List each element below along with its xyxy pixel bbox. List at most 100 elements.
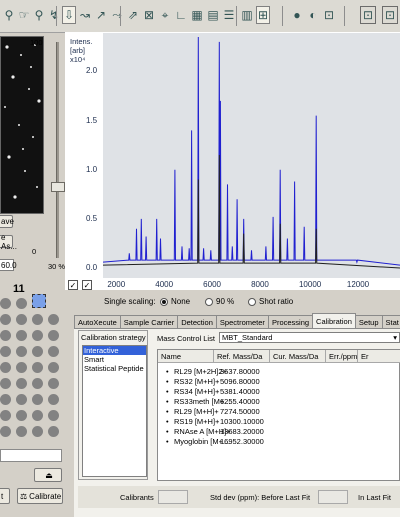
checkbox-1[interactable]: ✓ (68, 280, 78, 290)
toolbar-tool-18[interactable]: ● (290, 6, 304, 24)
toolbar-tool-16[interactable]: ▥ (240, 6, 254, 24)
target-spot[interactable] (16, 298, 27, 309)
column-header[interactable]: Name (158, 350, 214, 363)
strategy-item[interactable]: Interactive (83, 346, 146, 355)
table-row[interactable]: • Myoglobin [M+... 16952.30000 (158, 437, 400, 447)
target-spot[interactable] (16, 394, 27, 405)
toolbar-tool-2[interactable]: ☞ (17, 6, 31, 24)
column-header[interactable]: Er (358, 350, 400, 363)
target-spot[interactable] (16, 346, 27, 357)
target-spot[interactable] (0, 330, 11, 341)
target-spot[interactable] (32, 394, 43, 405)
target-spot[interactable] (32, 426, 43, 437)
table-row[interactable]: • RNAse A [M+H]+ 13683.20000 (158, 427, 400, 437)
tab-detection[interactable]: Detection (177, 315, 217, 329)
table-row[interactable]: • RS19 [M+H]+ 10300.10000 (158, 417, 400, 427)
toolbar-tool-7[interactable]: ↗ (94, 6, 108, 24)
target-spot[interactable] (48, 314, 59, 325)
target-spot[interactable] (32, 314, 43, 325)
target-spot[interactable] (16, 362, 27, 373)
spectrum-plot[interactable] (102, 33, 400, 278)
window-button-1[interactable]: ⊡ (360, 6, 376, 24)
toolbar-tool-11[interactable]: ⌖ (158, 6, 172, 24)
tab-stat[interactable]: Stat (381, 315, 400, 329)
target-spot[interactable] (0, 378, 11, 389)
table-row[interactable]: • RL29 [M+2H]2+ 3637.80000 (158, 367, 400, 377)
table-row[interactable]: • RS33meth [M+... 6255.40000 (158, 397, 400, 407)
checkbox-2[interactable]: ✓ (82, 280, 92, 290)
target-spot[interactable] (16, 410, 27, 421)
target-spot[interactable] (32, 330, 43, 341)
tab-bar: AutoXecute Sample Carrier Detection Spectro… (74, 313, 400, 329)
toolbar-tool-3[interactable]: ⚲ (32, 6, 46, 24)
intensity-slider[interactable] (51, 40, 65, 260)
eject-button[interactable]: ⏏ (34, 468, 62, 482)
target-spot[interactable] (32, 410, 43, 421)
left-partial-button[interactable]: t (0, 488, 10, 504)
strategy-list[interactable]: Interactive Smart Statistical Peptide (82, 345, 147, 477)
target-spot[interactable] (16, 314, 27, 325)
calibrant-table[interactable]: Name Ref. Mass/Da Cur. Mass/Da Err./ppm Er • R… (157, 349, 400, 481)
target-spot[interactable] (0, 426, 11, 437)
tab-processing[interactable]: Processing (267, 315, 314, 329)
target-spot[interactable] (0, 314, 11, 325)
target-spot[interactable] (48, 378, 59, 389)
target-spot[interactable] (32, 378, 43, 389)
table-row[interactable]: • RS34 [M+H]+ 5381.40000 (158, 387, 400, 397)
table-row[interactable]: • RS32 [M+H]+ 5096.80000 (158, 377, 400, 387)
toolbar-tool-15[interactable]: ☰ (222, 6, 236, 24)
target-spot[interactable] (48, 394, 59, 405)
toolbar-tool-20[interactable]: ⊡ (322, 6, 336, 24)
toolbar-tool-12[interactable]: ∟ (174, 6, 188, 24)
target-spot[interactable] (0, 362, 11, 373)
column-header[interactable]: Err./ppm (326, 350, 358, 363)
slider-thumb[interactable] (51, 182, 65, 192)
toolbar-tool-6[interactable]: ↝ (78, 6, 92, 24)
target-spot[interactable] (48, 330, 59, 341)
toolbar-tool-4[interactable]: ↯ (47, 6, 61, 24)
target-spot[interactable] (0, 394, 11, 405)
toolbar-tool-17[interactable]: ⊞ (256, 6, 270, 24)
tab-sample-carrier[interactable]: Sample Carrier (119, 315, 179, 329)
scaling-shot-ratio[interactable]: Shot ratio (248, 297, 293, 306)
scaling-90[interactable]: 90 % (205, 297, 234, 306)
target-spot[interactable] (48, 410, 59, 421)
target-spot[interactable] (16, 426, 27, 437)
toolbar-tool-8[interactable]: ⤳ (110, 6, 124, 24)
tab-spectrometer[interactable]: Spectrometer (215, 315, 269, 329)
tab-autoxecute[interactable]: AutoXecute (74, 315, 121, 329)
save-as-button[interactable]: e As... (0, 233, 17, 251)
tab-setup[interactable]: Setup (354, 315, 383, 329)
scaling-none[interactable]: None (160, 297, 190, 306)
target-spot[interactable] (16, 330, 27, 341)
toolbar-tool-19[interactable]: ◐ (306, 6, 320, 24)
save-button[interactable]: ave (0, 215, 14, 228)
target-spot[interactable] (48, 362, 59, 373)
mcl-select[interactable]: MBT_Standard ▾ (219, 332, 400, 343)
strategy-item[interactable]: Statistical Peptide (83, 364, 146, 373)
calibrate-button[interactable]: ⚖ Calibrate (17, 488, 63, 504)
target-spot[interactable] (0, 298, 11, 309)
target-spot[interactable] (16, 378, 27, 389)
target-spot[interactable] (32, 346, 43, 357)
selected-spot[interactable] (32, 294, 46, 308)
strategy-item[interactable]: Smart (83, 355, 146, 364)
toolbar-tool-9[interactable]: ⇗ (126, 6, 140, 24)
toolbar-tool-13[interactable]: ▦ (190, 6, 204, 24)
toolbar-tool-5[interactable]: ⇩ (62, 6, 76, 24)
target-spot[interactable] (32, 362, 43, 373)
column-header[interactable]: Ref. Mass/Da (214, 350, 270, 363)
toolbar-tool-14[interactable]: ▤ (206, 6, 220, 24)
target-spot[interactable] (48, 426, 59, 437)
target-spot[interactable] (0, 410, 11, 421)
window-button-2[interactable]: ⊡ (382, 6, 398, 24)
column-header[interactable]: Cur. Mass/Da (270, 350, 326, 363)
table-row[interactable]: • RL29 [M+H]+ 7274.50000 (158, 407, 400, 417)
toolbar-tool-1[interactable]: ⚲ (2, 6, 16, 24)
value-spin[interactable]: 60.0 (0, 259, 17, 271)
target-spot[interactable] (0, 346, 11, 357)
tab-calibration[interactable]: Calibration (312, 313, 356, 329)
toolbar-tool-10[interactable]: ⊠ (142, 6, 156, 24)
plate-select[interactable] (0, 449, 62, 462)
target-spot[interactable] (48, 346, 59, 357)
